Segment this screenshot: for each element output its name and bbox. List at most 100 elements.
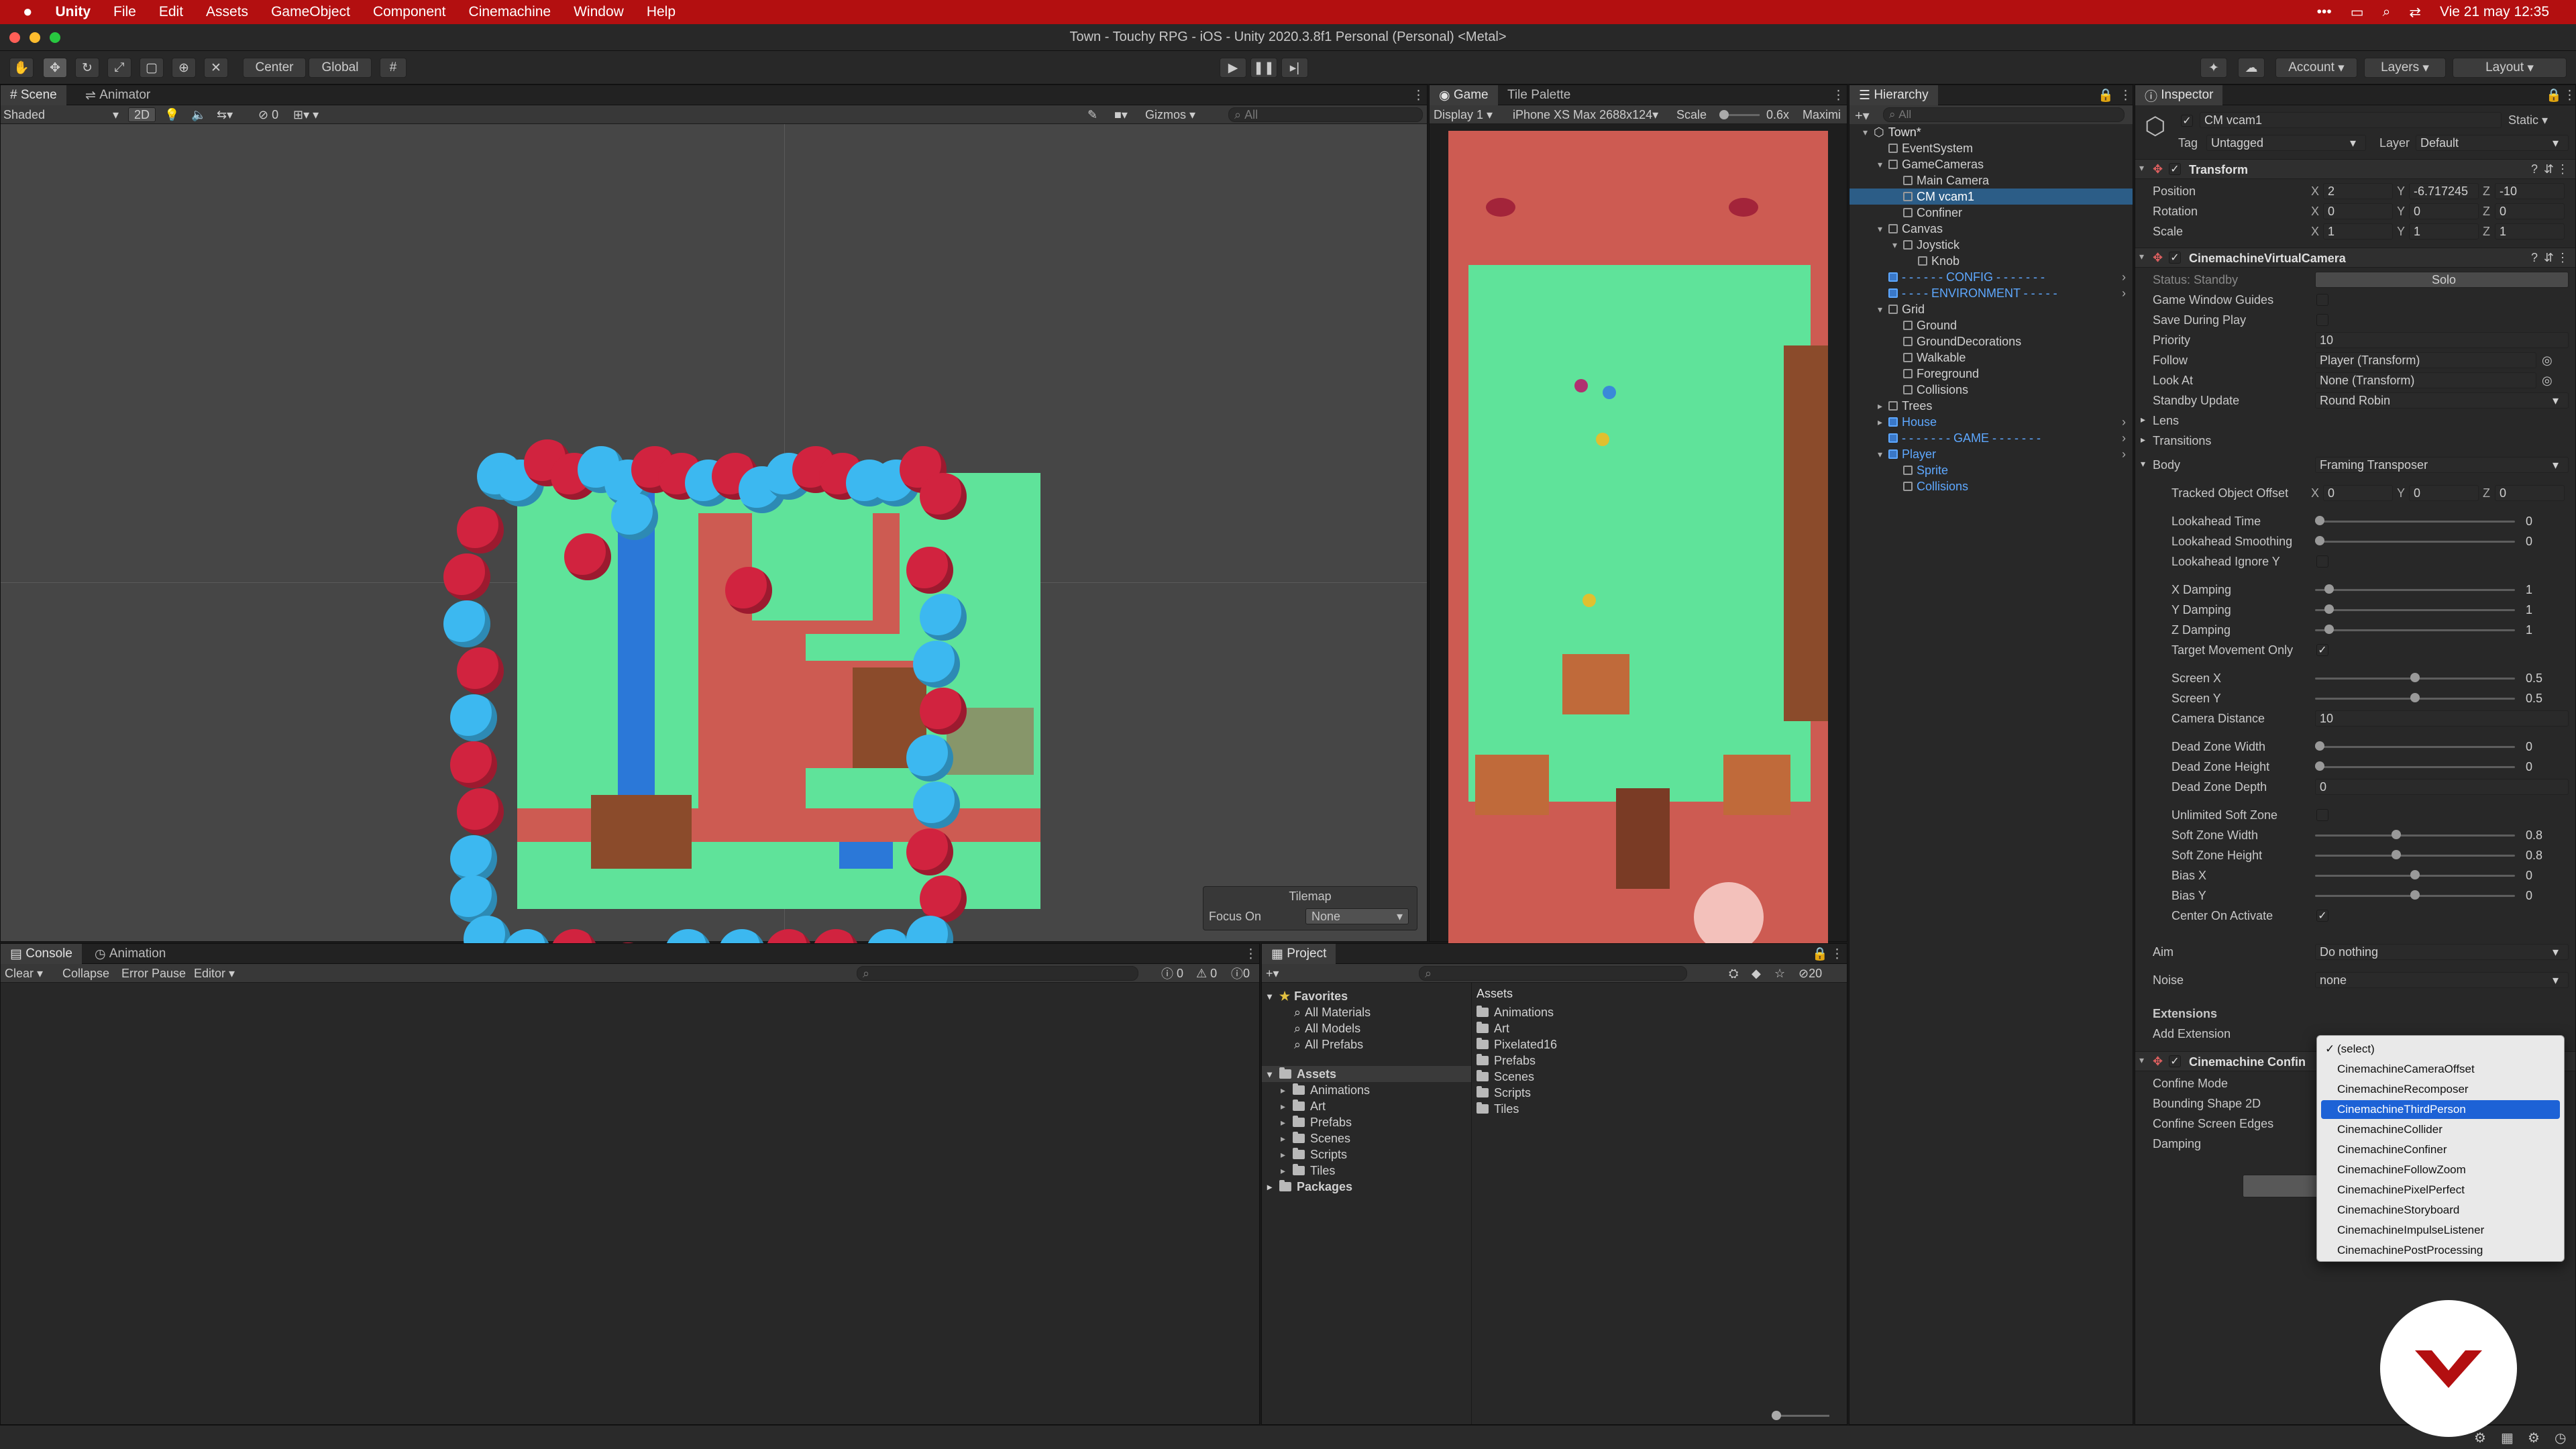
- menu-cinemachine[interactable]: Cinemachine: [469, 4, 551, 20]
- vector-y-field[interactable]: 0: [2409, 203, 2479, 219]
- expand-arrow-icon[interactable]: ▸: [1281, 1085, 1293, 1096]
- slider-value-field[interactable]: 0: [2522, 759, 2569, 775]
- prefab-arrow-icon[interactable]: ›: [2122, 415, 2126, 429]
- foldout-arrow-icon[interactable]: ▾: [2139, 162, 2144, 174]
- toggle-2d-button[interactable]: 2D: [128, 107, 156, 122]
- slider-value-field[interactable]: 1: [2522, 602, 2569, 618]
- component-menu-icon[interactable]: ⋮: [2557, 251, 2569, 265]
- hierarchy-item[interactable]: Ground: [1849, 317, 2133, 333]
- slider-track[interactable]: [2315, 673, 2515, 682]
- hierarchy-item[interactable]: ▾ GameCameras: [1849, 156, 2133, 172]
- slider-handle[interactable]: [2315, 516, 2324, 525]
- extension-menu-item[interactable]: CinemachineRecomposer: [2321, 1080, 2560, 1099]
- asset-item[interactable]: Pixelated16: [1477, 1036, 1557, 1053]
- progress-icon[interactable]: ⚙: [2474, 1430, 2486, 1446]
- extension-menu-item[interactable]: CinemachineFollowZoom: [2321, 1161, 2560, 1179]
- folder-tree-item[interactable]: ▸ Scenes: [1281, 1130, 1350, 1146]
- extension-menu-item[interactable]: CinemachineCollider: [2321, 1120, 2560, 1139]
- slider-track[interactable]: [2315, 850, 2515, 859]
- prefab-arrow-icon[interactable]: ›: [2122, 447, 2126, 462]
- lighting-icon[interactable]: 💡: [164, 107, 179, 122]
- hidden-objects-toggle[interactable]: ⊘ 0: [258, 107, 278, 122]
- menu-window[interactable]: Window: [574, 4, 624, 20]
- checkbox[interactable]: [2316, 809, 2328, 821]
- foldout-arrow-icon[interactable]: ▾: [2141, 458, 2145, 470]
- vector-z-field[interactable]: 0: [2495, 203, 2565, 219]
- search-by-type-icon[interactable]: ⛭: [1729, 966, 1738, 981]
- slider-track[interactable]: [2315, 625, 2515, 634]
- favorites-folder[interactable]: ▾ ★ Favorites: [1267, 988, 1348, 1004]
- checkbox[interactable]: [2316, 294, 2328, 306]
- slider-track[interactable]: [2315, 584, 2515, 594]
- hierarchy-item[interactable]: ▸ House ›: [1849, 414, 2133, 430]
- slider-value-field[interactable]: 1: [2522, 582, 2569, 598]
- asset-item[interactable]: Prefabs: [1477, 1053, 1536, 1069]
- favorite-icon[interactable]: ☆: [1774, 966, 1785, 981]
- foldout-arrow-icon[interactable]: ▸: [2141, 434, 2145, 445]
- transform-tool-icon[interactable]: ⊕: [172, 58, 196, 78]
- more-icon[interactable]: •••: [2317, 4, 2332, 20]
- resolution-dropdown[interactable]: iPhone XS Max 2688x124 ▾: [1513, 107, 1658, 122]
- slider-track[interactable]: [2315, 830, 2515, 839]
- static-toggle[interactable]: Static ▾: [2508, 113, 2548, 127]
- slider-value-field[interactable]: 0.5: [2522, 670, 2569, 686]
- scale-slider[interactable]: [1719, 107, 1760, 122]
- menu-file[interactable]: File: [113, 4, 136, 20]
- hierarchy-item[interactable]: ▾ Canvas: [1849, 221, 2133, 237]
- extension-menu-item[interactable]: CinemachineStoryboard: [2321, 1201, 2560, 1220]
- checkbox[interactable]: [2316, 314, 2328, 326]
- rotate-tool-icon[interactable]: ↻: [75, 58, 99, 78]
- prefab-arrow-icon[interactable]: ›: [2122, 431, 2126, 445]
- expand-arrow-icon[interactable]: ▾: [1267, 1069, 1279, 1080]
- layers-dropdown[interactable]: Layers ▾: [2364, 58, 2446, 78]
- value-dropdown[interactable]: Framing Transposer ▾: [2315, 457, 2569, 473]
- folder-tree-item[interactable]: ▸ Tiles: [1281, 1163, 1335, 1179]
- value-field[interactable]: Player (Transform): [2315, 352, 2536, 368]
- hierarchy-expand-arrow[interactable]: ▾: [1878, 304, 1888, 315]
- extension-menu-item[interactable]: CinemachineThirdPerson: [2321, 1100, 2560, 1119]
- hierarchy-item[interactable]: GroundDecorations: [1849, 333, 2133, 350]
- hierarchy-item[interactable]: ▾ Grid: [1849, 301, 2133, 317]
- extension-menu-item[interactable]: CinemachineConfiner: [2321, 1140, 2560, 1159]
- hierarchy-item[interactable]: - - - - - - CONFIG - - - - - - - ›: [1849, 269, 2133, 285]
- hierarchy-item[interactable]: - - - - - - - GAME - - - - - - - ›: [1849, 430, 2133, 446]
- vector-z-field[interactable]: 1: [2495, 223, 2565, 239]
- preset-icon[interactable]: ⇵: [2544, 162, 2554, 176]
- value-dropdown[interactable]: none ▾: [2315, 972, 2569, 988]
- hierarchy-item[interactable]: CM vcam1: [1849, 189, 2133, 205]
- layer-dropdown[interactable]: Default ▾: [2416, 135, 2569, 151]
- control-center-icon[interactable]: ▭: [2351, 4, 2364, 21]
- grid-dropdown[interactable]: ⊞▾ ▾: [293, 107, 319, 122]
- object-picker-icon[interactable]: ◎: [2542, 354, 2553, 368]
- transform-header[interactable]: ▾ ✥ ✓ Transform? ⇵ ⋮: [2135, 159, 2575, 179]
- switch-icon[interactable]: ⇄: [2409, 4, 2421, 21]
- hierarchy-item[interactable]: ▾ Player ›: [1849, 446, 2133, 462]
- slider-value-field[interactable]: 0: [2522, 513, 2569, 529]
- slider-track[interactable]: [2315, 516, 2515, 525]
- extension-menu-item[interactable]: CinemachineCameraOffset: [2321, 1060, 2560, 1079]
- folder-tree-item[interactable]: ▸ Animations: [1281, 1082, 1370, 1098]
- error-count-toggle[interactable]: ⓘ 0: [1231, 966, 1250, 981]
- asset-item[interactable]: Scenes: [1477, 1069, 1534, 1085]
- preset-icon[interactable]: ⇵: [2544, 251, 2554, 265]
- expand-arrow-icon[interactable]: ▸: [1281, 1117, 1293, 1128]
- asset-item[interactable]: Scripts: [1477, 1085, 1531, 1101]
- icon-size-slider[interactable]: [1772, 1411, 1829, 1420]
- slider-track[interactable]: [2315, 604, 2515, 614]
- error-pause-button[interactable]: Error Pause: [121, 966, 186, 981]
- layout-dropdown[interactable]: Layout ▾: [2453, 58, 2567, 78]
- slider-value-field[interactable]: 0.8: [2522, 847, 2569, 863]
- slider-track[interactable]: [2315, 870, 2515, 879]
- menu-gameobject[interactable]: GameObject: [271, 4, 350, 20]
- value-field[interactable]: 10: [2315, 710, 2569, 727]
- expand-arrow-icon[interactable]: ▸: [1267, 1181, 1279, 1193]
- focus-on-dropdown[interactable]: None ▾: [1305, 908, 1409, 924]
- tab-animator[interactable]: ⇌ Animator: [76, 85, 160, 105]
- foldout-arrow-icon[interactable]: ▾: [2139, 251, 2144, 262]
- checkbox[interactable]: ✓: [2316, 644, 2328, 656]
- tools-icon[interactable]: ✎: [1087, 107, 1097, 122]
- console-search-input[interactable]: ⌕: [857, 966, 1138, 981]
- value-dropdown[interactable]: Round Robin ▾: [2315, 392, 2569, 409]
- menu-component[interactable]: Component: [373, 4, 446, 20]
- object-name-field[interactable]: CM vcam1: [2200, 112, 2502, 128]
